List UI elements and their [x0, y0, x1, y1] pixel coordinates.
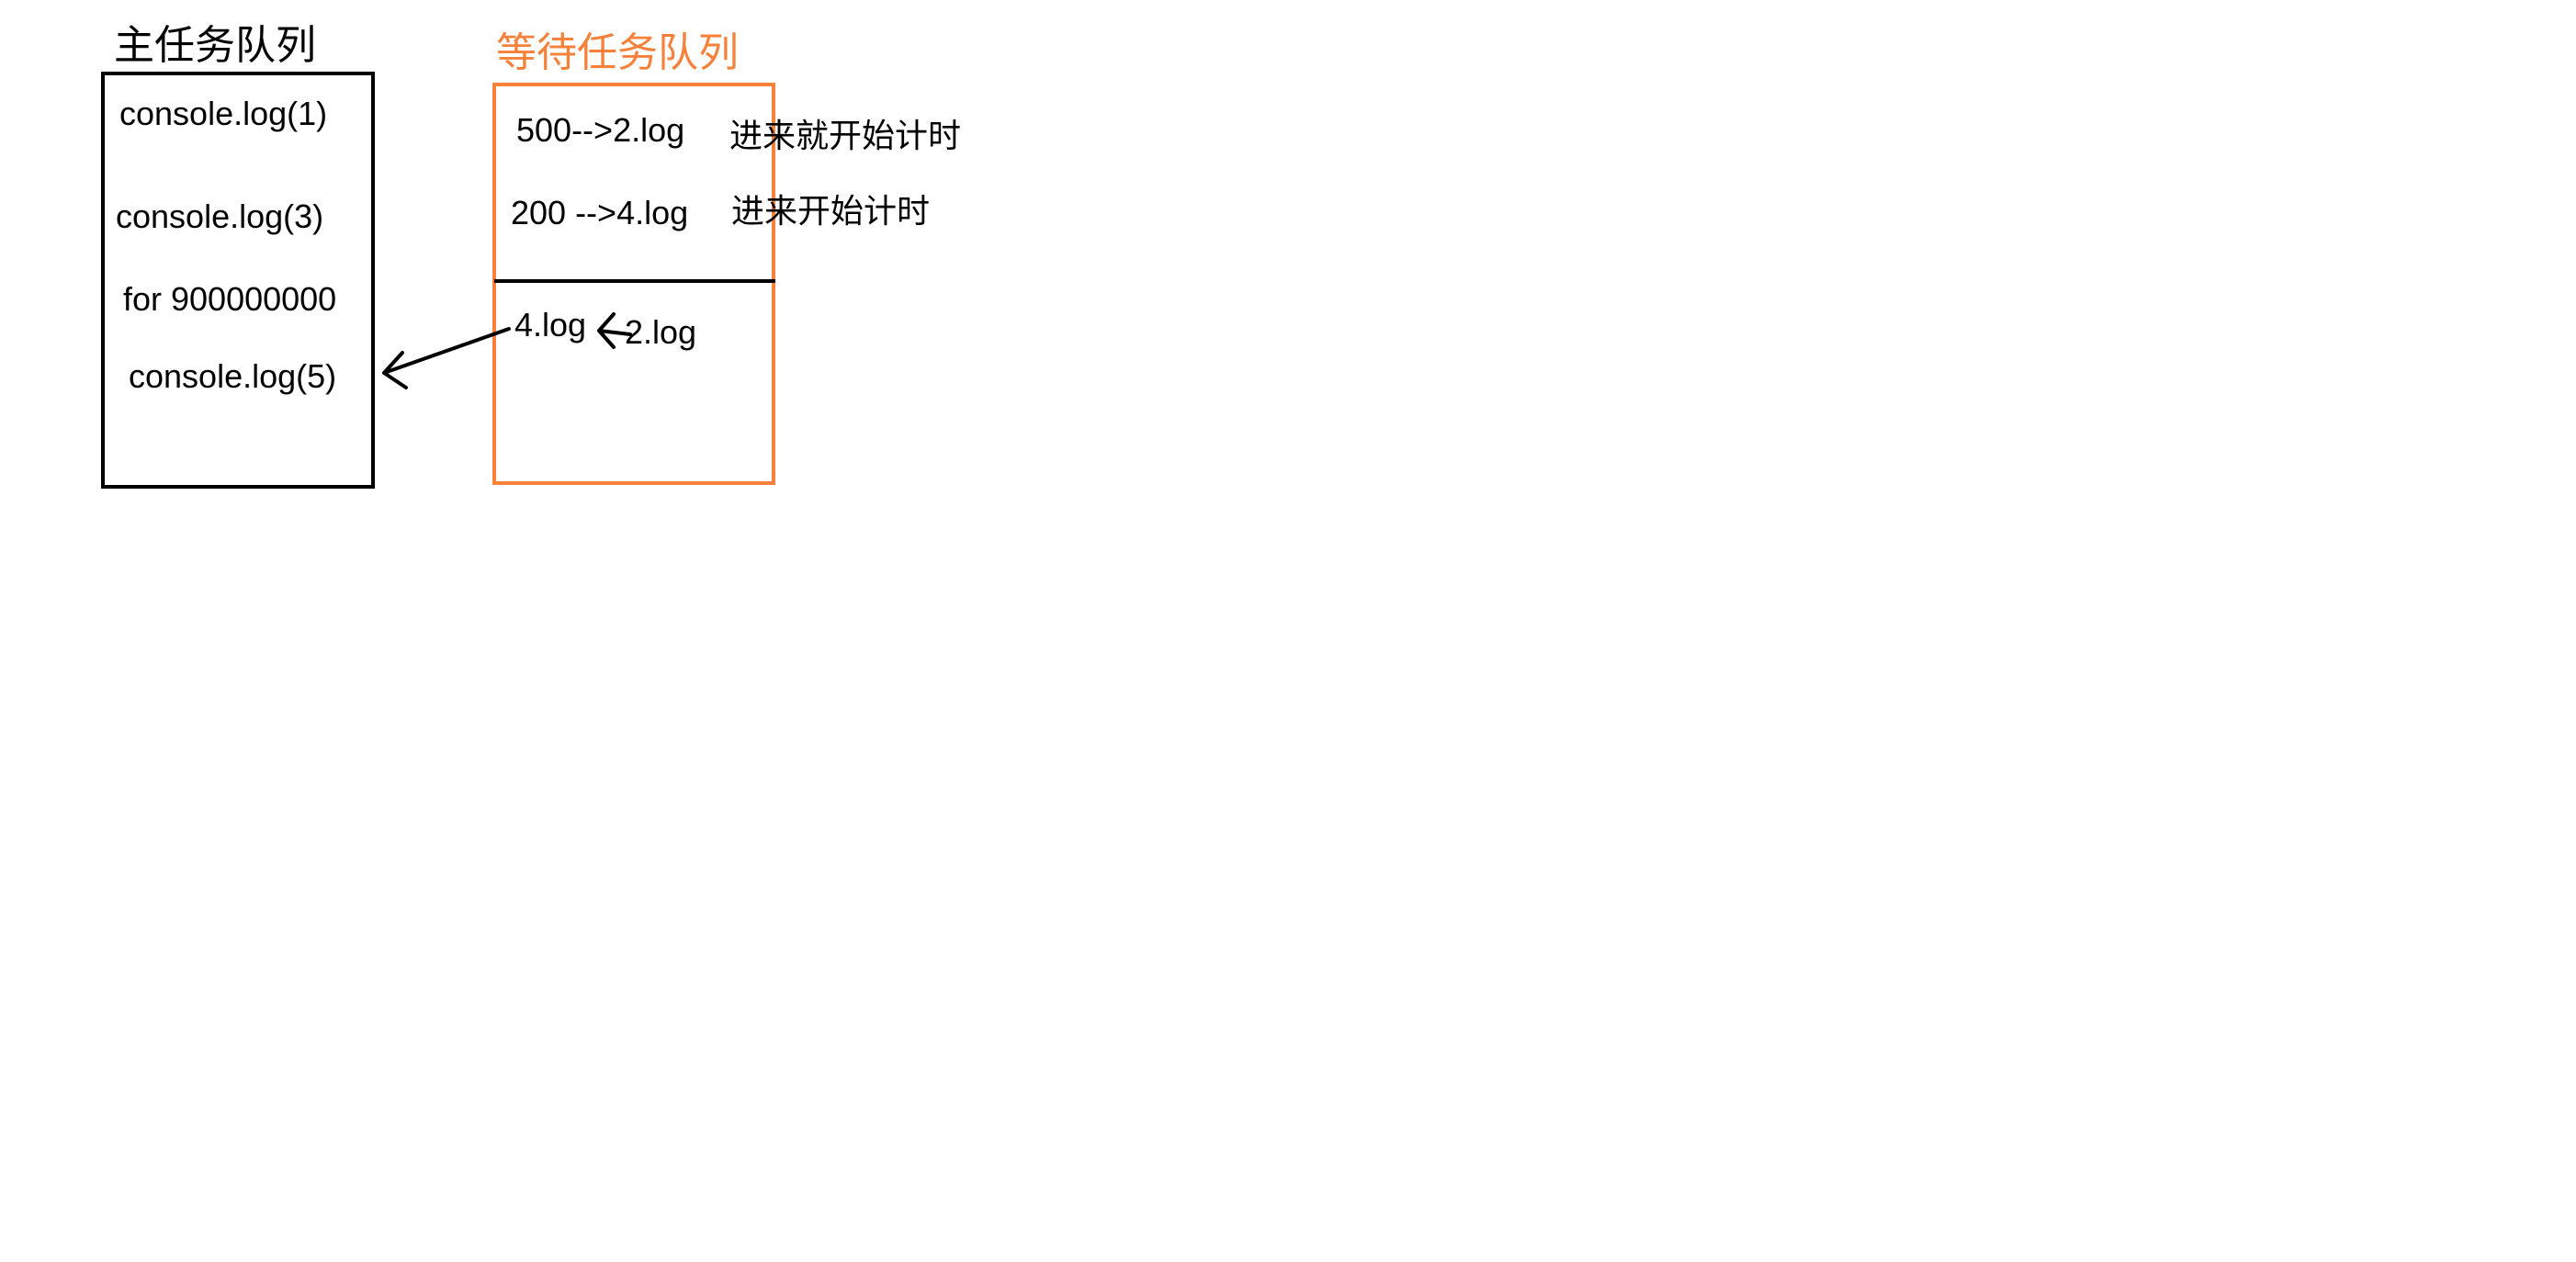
diagram-lines [382, 279, 775, 389]
ready-item: 2.log [625, 313, 697, 351]
timer-item: 500-->2.log [516, 111, 685, 149]
wait-queue-title: 等待任务队列 [496, 30, 739, 75]
timer-item: 200 -->4.log [511, 194, 689, 231]
ready-item: 4.log [514, 306, 587, 344]
main-queue-item: console.log(5) [129, 357, 337, 395]
timer-note: 进来开始计时 [731, 192, 931, 230]
arrow-to-main-queue [382, 327, 511, 389]
timer-note: 进来就开始计时 [729, 117, 962, 154]
main-queue-item: console.log(1) [119, 95, 328, 132]
main-queue-item: console.log(3) [116, 197, 324, 235]
main-queue-item: for 900000000 [123, 280, 337, 318]
main-queue-title: 主任务队列 [114, 23, 316, 68]
